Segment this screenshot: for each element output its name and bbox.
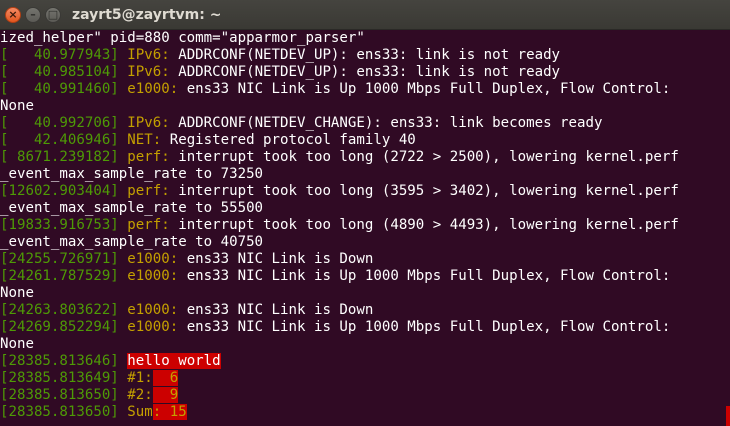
terminal-line: [ 40.992706] IPv6: ADDRCONF(NETDEV_CHANG… — [0, 115, 679, 132]
subsystem-label: NET: — [118, 132, 162, 148]
timestamp: [ 40.991460] — [0, 81, 119, 97]
close-icon: × — [8, 8, 18, 21]
terminal-line: [24261.787529] e1000: ens33 NIC Link is … — [0, 268, 679, 285]
highlighted-terminal-line: [28385.813646] hello world — [0, 353, 679, 370]
minimize-icon: – — [30, 8, 36, 21]
terminal-line: ized_helper" pid=880 comm="apparmor_pars… — [0, 30, 679, 47]
log-message: ens33 NIC Link is Up 1000 Mbps Full Dupl… — [178, 268, 671, 284]
highlighted-terminal-line: [28385.813649] #1: 6 — [0, 370, 679, 387]
highlighted-terminal-line: [28385.813650] Sum: 15 — [0, 404, 679, 421]
subsystem-label: IPv6: — [118, 47, 170, 63]
label: #2: — [127, 387, 153, 403]
log-message: None — [0, 336, 34, 352]
terminal-line: [24255.726971] e1000: ens33 NIC Link is … — [0, 251, 679, 268]
log-message: interrupt took too long (2722 > 2500), l… — [169, 149, 679, 165]
label: Sum — [127, 404, 153, 420]
scroll-indicator[interactable] — [726, 406, 730, 426]
subsystem-label: e1000: — [118, 81, 179, 97]
maximize-button[interactable]: □ — [45, 7, 61, 23]
timestamp: [24261.787529] — [0, 268, 119, 284]
timestamp: [28385.813650] — [0, 387, 119, 403]
timestamp: [24255.726971] — [0, 251, 119, 267]
subsystem-label: e1000: — [118, 302, 179, 318]
terminal-line: [ 40.977943] IPv6: ADDRCONF(NETDEV_UP): … — [0, 47, 679, 64]
label: #1: — [127, 370, 153, 386]
terminal-line: [12602.903404] perf: interrupt took too … — [0, 183, 679, 200]
terminal-line: None — [0, 285, 679, 302]
log-message: ADDRCONF(NETDEV_CHANGE): ens33: link bec… — [169, 115, 603, 131]
timestamp: [28385.813649] — [0, 370, 119, 386]
terminal-line: _event_max_sample_rate to 40750 — [0, 234, 679, 251]
terminal-line: [ 40.991460] e1000: ens33 NIC Link is Up… — [0, 81, 679, 98]
timestamp: [ 40.992706] — [0, 115, 119, 131]
terminal-line: [19833.916753] perf: interrupt took too … — [0, 217, 679, 234]
terminal-window: × – □ zayrt5@zayrtvm: ~ ized_helper" pid… — [0, 0, 730, 426]
timestamp: [28385.813650] — [0, 404, 119, 420]
timestamp: [ 40.985104] — [0, 64, 119, 80]
highlighted-terminal-line: [28385.813650] #2: 9 — [0, 387, 679, 404]
terminal-line: [24263.803622] e1000: ens33 NIC Link is … — [0, 302, 679, 319]
output-lines: ized_helper" pid=880 comm="apparmor_pars… — [0, 30, 679, 421]
terminal-line: None — [0, 98, 679, 115]
timestamp: [ 8671.239182] — [0, 149, 119, 165]
subsystem-label: e1000: — [118, 268, 179, 284]
log-message: interrupt took too long (3595 > 3402), l… — [169, 183, 679, 199]
terminal-line: [ 8671.239182] perf: interrupt took too … — [0, 149, 679, 166]
window-title: zayrt5@zayrtvm: ~ — [72, 7, 222, 23]
terminal-line: _event_max_sample_rate to 55500 — [0, 200, 679, 217]
terminal-line: [ 42.406946] NET: Registered protocol fa… — [0, 132, 679, 149]
timestamp: [28385.813646] — [0, 353, 119, 369]
log-message: ens33 NIC Link is Down — [178, 302, 374, 318]
timestamp: [12602.903404] — [0, 183, 119, 199]
subsystem-label: IPv6: — [118, 64, 170, 80]
subsystem-label: IPv6: — [118, 115, 170, 131]
terminal-line: None — [0, 336, 679, 353]
maximize-icon: □ — [47, 8, 59, 21]
subsystem-label: perf: — [118, 149, 170, 165]
log-message: ens33 NIC Link is Up 1000 Mbps Full Dupl… — [178, 81, 671, 97]
log-message: None — [0, 285, 34, 301]
log-message: ens33 NIC Link is Down — [178, 251, 374, 267]
log-message: Registered protocol family 40 — [161, 132, 416, 148]
highlighted-value: : 15 — [152, 404, 187, 420]
log-message: _event_max_sample_rate to 55500 — [0, 200, 264, 216]
timestamp: [24269.852294] — [0, 319, 119, 335]
subsystem-label: perf: — [118, 217, 170, 233]
log-message: ADDRCONF(NETDEV_UP): ens33: link is not … — [169, 64, 561, 80]
log-message: ADDRCONF(NETDEV_UP): ens33: link is not … — [169, 47, 561, 63]
log-message: None — [0, 98, 34, 114]
terminal-line: [ 40.985104] IPv6: ADDRCONF(NETDEV_UP): … — [0, 64, 679, 81]
timestamp: [ 40.977943] — [0, 47, 119, 63]
close-button[interactable]: × — [5, 7, 21, 23]
timestamp: [19833.916753] — [0, 217, 119, 233]
highlighted-value: hello world — [127, 353, 221, 369]
title-bar[interactable]: × – □ zayrt5@zayrtvm: ~ — [0, 0, 730, 30]
log-message: interrupt took too long (4890 > 4493), l… — [169, 217, 679, 233]
subsystem-label: perf: — [118, 183, 170, 199]
subsystem-label: e1000: — [118, 251, 179, 267]
timestamp: [24263.803622] — [0, 302, 119, 318]
minimize-button[interactable]: – — [25, 7, 41, 23]
terminal-output[interactable]: ized_helper" pid=880 comm="apparmor_pars… — [0, 30, 730, 426]
timestamp: [ 42.406946] — [0, 132, 119, 148]
terminal-line: _event_max_sample_rate to 73250 — [0, 166, 679, 183]
log-message: _event_max_sample_rate to 73250 — [0, 166, 264, 182]
log-message: ens33 NIC Link is Up 1000 Mbps Full Dupl… — [178, 319, 671, 335]
highlighted-value: 6 — [152, 370, 179, 386]
subsystem-label: e1000: — [118, 319, 179, 335]
log-message: ized_helper" pid=880 comm="apparmor_pars… — [0, 30, 365, 46]
log-message: _event_max_sample_rate to 40750 — [0, 234, 264, 250]
highlighted-value: 9 — [152, 387, 179, 403]
terminal-line: [24269.852294] e1000: ens33 NIC Link is … — [0, 319, 679, 336]
